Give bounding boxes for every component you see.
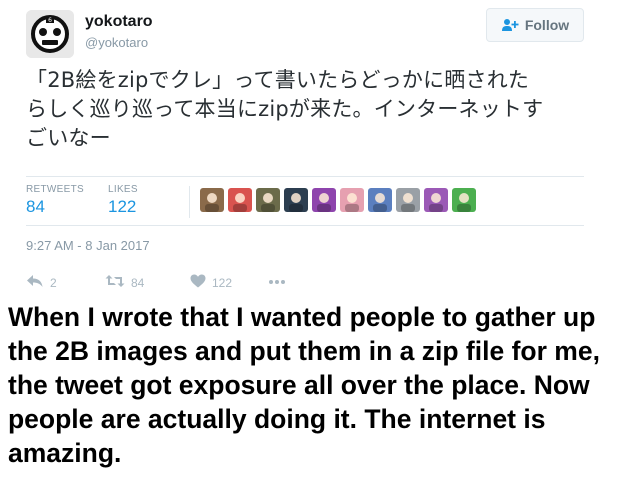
- author-handle[interactable]: @yokotaro: [85, 35, 148, 50]
- follow-button-label: Follow: [524, 17, 570, 33]
- reply-button[interactable]: 2: [26, 274, 57, 291]
- retweets-label: RETWEETS: [26, 184, 84, 195]
- liker-avatar-10-icon[interactable]: [452, 188, 476, 212]
- like-button[interactable]: 122: [190, 274, 232, 291]
- tweet-timestamp[interactable]: 9:27 AM - 8 Jan 2017: [26, 238, 150, 253]
- divider: [189, 186, 190, 218]
- likes-stat[interactable]: LIKES 122: [108, 184, 138, 217]
- tweet-text: 「2B絵をzipでクレ」って書いたらどっかに晒された らしく巡り巡って本当にzi…: [26, 66, 586, 153]
- like-count: 122: [212, 275, 233, 290]
- likes-label: LIKES: [108, 184, 138, 195]
- heart-icon: [190, 274, 206, 291]
- liker-avatar-1-icon[interactable]: [200, 188, 224, 212]
- retweets-stat[interactable]: RETWEETS 84: [26, 184, 84, 217]
- liker-avatars: [200, 188, 476, 212]
- add-user-icon: [501, 18, 519, 32]
- author-display-name[interactable]: yokotaro: [85, 13, 153, 31]
- tweet-text-line: らしく巡り巡って本当にzipが来た。インターネットす: [26, 97, 544, 121]
- tweet-text-line: 「2B絵をzipでクレ」って書いたらどっかに晒された: [26, 68, 530, 92]
- retweet-count: 84: [131, 275, 145, 290]
- liker-avatar-4-icon[interactable]: [284, 188, 308, 212]
- reply-count: 2: [50, 275, 57, 290]
- liker-avatar-3-icon[interactable]: [256, 188, 280, 212]
- liker-avatar-7-icon[interactable]: [368, 188, 392, 212]
- more-options-button[interactable]: [268, 274, 286, 288]
- retweet-button[interactable]: 84: [105, 274, 144, 291]
- more-icon: [268, 274, 286, 288]
- divider: [26, 176, 584, 177]
- liker-avatar-8-icon[interactable]: [396, 188, 420, 212]
- masked-face-avatar-icon: 6: [26, 10, 74, 58]
- tweet-card: 6 yokotaro @yokotaro Follow 「2B絵をzipでクレ」…: [0, 0, 620, 300]
- svg-text:6: 6: [48, 17, 52, 24]
- liker-avatar-6-icon[interactable]: [340, 188, 364, 212]
- reply-icon: [26, 274, 44, 291]
- liker-avatar-2-icon[interactable]: [228, 188, 252, 212]
- likes-count: 122: [108, 197, 137, 216]
- avatar[interactable]: 6: [26, 10, 74, 58]
- follow-button[interactable]: Follow: [486, 8, 584, 42]
- divider: [26, 225, 584, 226]
- liker-avatar-9-icon[interactable]: [424, 188, 448, 212]
- liker-avatar-5-icon[interactable]: [312, 188, 336, 212]
- retweets-count: 84: [26, 197, 45, 216]
- tweet-text-line: ごいなー: [26, 126, 111, 150]
- translation-caption: When I wrote that I wanted people to gat…: [8, 302, 600, 468]
- retweet-icon: [105, 274, 125, 291]
